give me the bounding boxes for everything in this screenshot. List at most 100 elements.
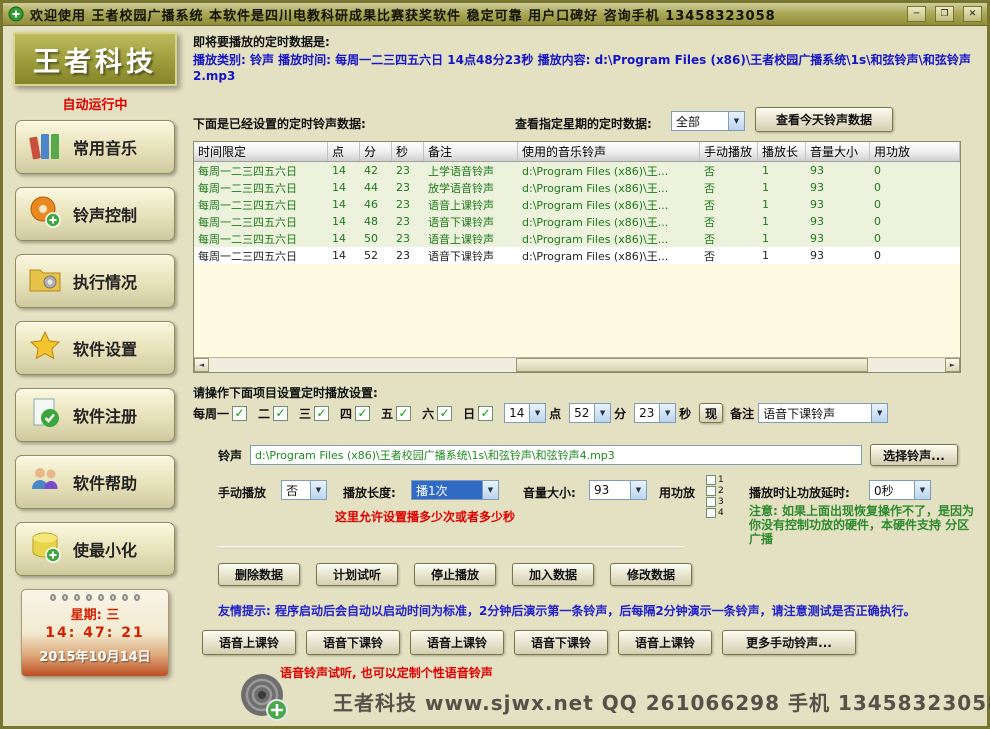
- sidebar-item-execution[interactable]: 执行情况: [15, 254, 175, 308]
- table-cell: 14: [328, 196, 360, 213]
- second-select[interactable]: 23: [634, 403, 676, 423]
- calendar-weekday: 星期: 三: [22, 604, 168, 623]
- weekday-label: 三: [299, 405, 311, 422]
- scroll-thumb[interactable]: [516, 358, 868, 372]
- folder-gear-icon: [28, 262, 62, 300]
- table-row[interactable]: 每周一二三四五六日145223语音下课铃声d:\Program Files (x…: [194, 247, 960, 264]
- chevron-down-icon[interactable]: [871, 404, 887, 422]
- actions-row: 删除数据计划试听停止播放加入数据修改数据: [218, 563, 692, 586]
- weekday-item: 二✓: [258, 405, 288, 422]
- minute-select[interactable]: 52: [569, 403, 611, 423]
- run-status: 自动运行中: [9, 94, 181, 113]
- minute-value: 52: [570, 404, 594, 422]
- sidebar-item-settings[interactable]: 软件设置: [15, 321, 175, 375]
- weekday-filter-select[interactable]: 全部: [671, 111, 745, 131]
- table-cell: 语音上课铃声: [424, 230, 518, 247]
- titlebar: 欢迎使用 王者校园广播系统 本软件是四川电教科研成果比赛获奖软件 稳定可靠 用户…: [3, 3, 987, 26]
- minimize-button[interactable]: ─: [907, 6, 926, 22]
- table-cell: 语音下课铃声: [424, 247, 518, 264]
- action-button[interactable]: 加入数据: [512, 563, 594, 586]
- amp-checkbox[interactable]: [706, 475, 716, 485]
- table-cell: 14: [328, 179, 360, 196]
- table-cell: 放学语音铃声: [424, 179, 518, 196]
- amp-checkbox[interactable]: [706, 486, 716, 496]
- ring-button[interactable]: 语音下课铃: [514, 630, 608, 655]
- ring-button[interactable]: 语音下课铃: [306, 630, 400, 655]
- sidebar-item-common-music[interactable]: 常用音乐: [15, 120, 175, 174]
- sidebar-item-ring-control[interactable]: 铃声控制: [15, 187, 175, 241]
- weekday-checkbox[interactable]: ✓: [437, 406, 452, 421]
- action-button[interactable]: 停止播放: [414, 563, 496, 586]
- scroll-right-icon[interactable]: ►: [945, 358, 960, 372]
- maximize-button[interactable]: ❐: [935, 6, 954, 22]
- chevron-down-icon[interactable]: [659, 404, 675, 422]
- chevron-down-icon[interactable]: [482, 481, 498, 499]
- play-length-select[interactable]: 播1次: [411, 480, 499, 500]
- ring-button[interactable]: 语音上课铃: [202, 630, 296, 655]
- close-button[interactable]: ✕: [963, 6, 982, 22]
- divider: [218, 546, 684, 549]
- weekday-checkbox[interactable]: ✓: [478, 406, 493, 421]
- schedule-settings-row: 每周一✓二✓三✓四✓五✓六✓日✓ 14 点 52 分 23 秒 现 备注 语音下…: [193, 402, 977, 424]
- action-button[interactable]: 计划试听: [316, 563, 398, 586]
- weekday-checkbox[interactable]: ✓: [396, 406, 411, 421]
- weekday-label: 日: [463, 405, 475, 422]
- action-button[interactable]: 修改数据: [610, 563, 692, 586]
- people-help-icon: [28, 463, 62, 501]
- ring-button-row: 语音上课铃语音下课铃语音上课铃语音下课铃语音上课铃更多手动铃声...: [202, 630, 856, 655]
- table-row[interactable]: 每周一二三四五六日144823语音下课铃声d:\Program Files (x…: [194, 213, 960, 230]
- amp-delay-select[interactable]: 0秒: [869, 480, 931, 500]
- table-cell: 1: [758, 213, 806, 230]
- amp-checkbox[interactable]: [706, 497, 716, 507]
- table-header-cell: 时间限定: [194, 142, 328, 161]
- table-row[interactable]: 每周一二三四五六日145023语音上课铃声d:\Program Files (x…: [194, 230, 960, 247]
- table-row[interactable]: 每周一二三四五六日144223上学语音铃声d:\Program Files (x…: [194, 162, 960, 179]
- table-hscrollbar[interactable]: ◄ ►: [194, 357, 960, 372]
- table-row[interactable]: 每周一二三四五六日144623语音上课铃声d:\Program Files (x…: [194, 196, 960, 213]
- table-row[interactable]: 每周一二三四五六日144423放学语音铃声d:\Program Files (x…: [194, 179, 960, 196]
- table-cell: 1: [758, 179, 806, 196]
- ring-button[interactable]: 语音上课铃: [618, 630, 712, 655]
- sidebar-item-help[interactable]: 软件帮助: [15, 455, 175, 509]
- weekday-checkbox[interactable]: ✓: [314, 406, 329, 421]
- chevron-down-icon[interactable]: [529, 404, 545, 422]
- scroll-left-icon[interactable]: ◄: [194, 358, 209, 372]
- weekday-checkbox[interactable]: ✓: [232, 406, 247, 421]
- ring-path-input[interactable]: [250, 445, 862, 465]
- hour-select[interactable]: 14: [504, 403, 546, 423]
- chevron-down-icon[interactable]: [630, 481, 646, 499]
- chevron-down-icon[interactable]: [728, 112, 744, 130]
- table-cell: 1: [758, 247, 806, 264]
- hour-unit-label: 点: [549, 405, 561, 422]
- now-button[interactable]: 现: [699, 403, 723, 423]
- choose-ring-button[interactable]: 选择铃声...: [870, 444, 958, 466]
- table-cell: 48: [360, 213, 392, 230]
- volume-select[interactable]: 93: [589, 480, 647, 500]
- weekday-checkbox[interactable]: ✓: [355, 406, 370, 421]
- sidebar-item-minimize-app[interactable]: 使最小化: [15, 522, 175, 576]
- logo: 王者科技: [13, 32, 177, 86]
- table-cell: 每周一二三四五六日: [194, 247, 328, 264]
- weekday-checkbox[interactable]: ✓: [273, 406, 288, 421]
- action-button[interactable]: 删除数据: [218, 563, 300, 586]
- weekday-label: 二: [258, 405, 270, 422]
- table-header-cell: 点: [328, 142, 360, 161]
- chevron-down-icon[interactable]: [914, 481, 930, 499]
- table-cell: 每周一二三四五六日: [194, 162, 328, 179]
- weekday-group: 每周一✓二✓三✓四✓五✓六✓日✓: [193, 405, 504, 422]
- ring-button[interactable]: 语音上课铃: [410, 630, 504, 655]
- window-title: 欢迎使用 王者校园广播系统 本软件是四川电教科研成果比赛获奖软件 稳定可靠 用户…: [30, 5, 898, 24]
- amp-checkbox[interactable]: [706, 508, 716, 518]
- view-today-button[interactable]: 查看今天铃声数据: [755, 107, 893, 132]
- manual-play-select[interactable]: 否: [281, 480, 327, 500]
- amp-checkbox-group: 1234: [706, 475, 724, 518]
- ring-button[interactable]: 更多手动铃声...: [722, 630, 856, 655]
- chevron-down-icon[interactable]: [594, 404, 610, 422]
- table-cell: 0: [870, 230, 960, 247]
- table-cell: 14: [328, 230, 360, 247]
- table-cell: 93: [806, 162, 870, 179]
- sidebar-item-register[interactable]: 软件注册: [15, 388, 175, 442]
- chevron-down-icon[interactable]: [310, 481, 326, 499]
- remark-select[interactable]: 语音下课铃声: [758, 403, 888, 423]
- star-icon: [28, 329, 62, 367]
